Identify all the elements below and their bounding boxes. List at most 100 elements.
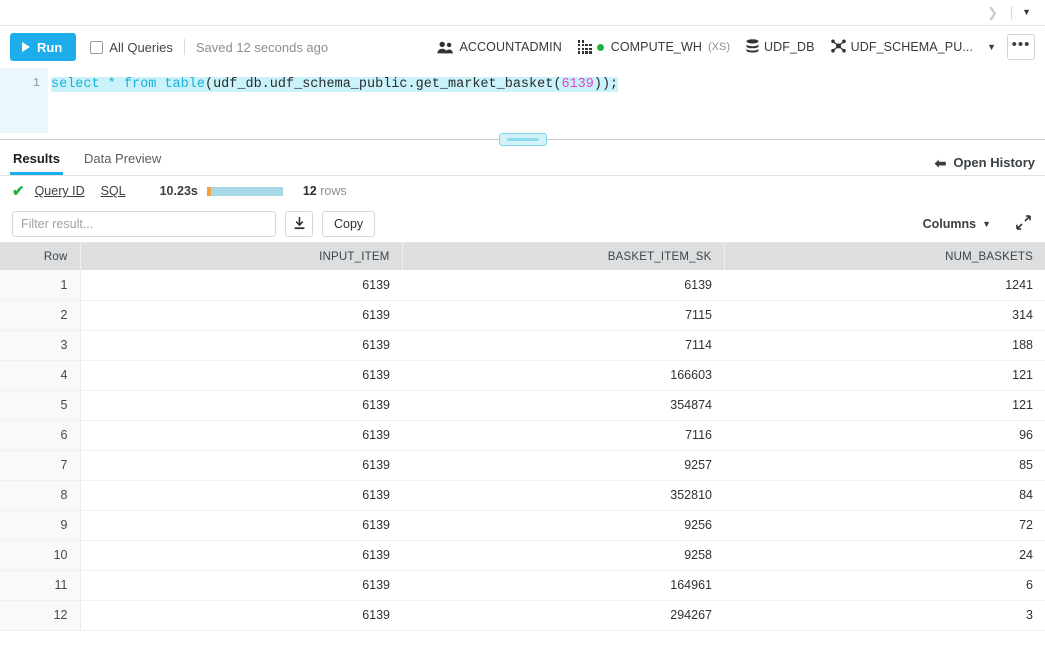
warehouse-label: COMPUTE_WH: [611, 40, 702, 54]
sql-editor[interactable]: 1 select * from table(udf_db.udf_schema_…: [0, 68, 1045, 133]
table-cell[interactable]: 6139: [80, 360, 402, 390]
row-number-cell: 10: [0, 540, 80, 570]
sql-link[interactable]: SQL: [101, 184, 126, 198]
chevron-right-icon[interactable]: ❯: [980, 6, 1005, 19]
warehouse-size: (XS): [708, 41, 730, 53]
table-row[interactable]: 8613935281084: [0, 480, 1045, 510]
row-count: 12 rows: [303, 184, 347, 198]
table-cell[interactable]: 6139: [80, 300, 402, 330]
table-cell[interactable]: 9258: [402, 540, 724, 570]
query-id-link[interactable]: Query ID: [35, 184, 85, 198]
table-cell[interactable]: 6139: [80, 510, 402, 540]
open-history-button[interactable]: ⬅ Open History: [935, 155, 1035, 175]
sql-token-tail: ));: [594, 77, 618, 92]
column-header-input-item[interactable]: INPUT_ITEM: [80, 243, 402, 270]
row-number-cell: 12: [0, 600, 80, 630]
run-button[interactable]: Run: [10, 33, 76, 61]
table-cell[interactable]: 85: [724, 450, 1045, 480]
table-cell[interactable]: 354874: [402, 390, 724, 420]
table-cell[interactable]: 96: [724, 420, 1045, 450]
run-button-label: Run: [37, 40, 62, 55]
arrow-left-icon: ⬅: [935, 156, 947, 170]
table-cell[interactable]: 3: [724, 600, 1045, 630]
query-status-row: ✔ Query ID SQL 10.23s 12 rows: [0, 176, 1045, 206]
table-cell[interactable]: 188: [724, 330, 1045, 360]
table-cell[interactable]: 7114: [402, 330, 724, 360]
table-cell[interactable]: 164961: [402, 570, 724, 600]
schema-selector[interactable]: UDF_SCHEMA_PU... ▼: [831, 39, 996, 56]
tab-results-label: Results: [13, 151, 60, 166]
panel-splitter[interactable]: [0, 133, 1045, 146]
table-cell[interactable]: 6139: [402, 270, 724, 300]
table-row[interactable]: 261397115314: [0, 300, 1045, 330]
all-queries-checkbox[interactable]: All Queries: [90, 40, 173, 55]
users-icon: [437, 41, 454, 54]
sql-token-from: from: [124, 77, 156, 92]
table-row[interactable]: 56139354874121: [0, 390, 1045, 420]
table-cell[interactable]: 72: [724, 510, 1045, 540]
expand-results-button[interactable]: [1016, 215, 1031, 233]
table-row[interactable]: 66139711696: [0, 420, 1045, 450]
table-cell[interactable]: 6139: [80, 390, 402, 420]
table-row[interactable]: 1261392942673: [0, 600, 1045, 630]
table-cell[interactable]: 7116: [402, 420, 724, 450]
table-cell[interactable]: 314: [724, 300, 1045, 330]
column-header-num-baskets[interactable]: NUM_BASKETS: [724, 243, 1045, 270]
table-cell[interactable]: 121: [724, 390, 1045, 420]
caret-down-icon[interactable]: ▼: [1018, 8, 1035, 17]
table-cell[interactable]: 6139: [80, 540, 402, 570]
filter-result-input[interactable]: [12, 211, 276, 237]
row-number-cell: 5: [0, 390, 80, 420]
copy-button[interactable]: Copy: [322, 211, 375, 237]
row-count-value: 12: [303, 184, 317, 198]
table-cell[interactable]: 6139: [80, 270, 402, 300]
table-cell[interactable]: 6139: [80, 420, 402, 450]
window-top-strip: ❯ ▼: [0, 0, 1045, 26]
table-cell[interactable]: 9256: [402, 510, 724, 540]
all-queries-label: All Queries: [109, 40, 173, 55]
table-row[interactable]: 76139925785: [0, 450, 1045, 480]
table-cell[interactable]: 121: [724, 360, 1045, 390]
table-cell[interactable]: 1241: [724, 270, 1045, 300]
warehouse-selector[interactable]: COMPUTE_WH (XS): [578, 40, 730, 54]
role-selector[interactable]: ACCOUNTADMIN: [437, 40, 561, 54]
table-cell[interactable]: 84: [724, 480, 1045, 510]
tab-data-preview[interactable]: Data Preview: [81, 151, 164, 175]
columns-dropdown[interactable]: Columns ▼: [923, 217, 991, 231]
table-cell[interactable]: 7115: [402, 300, 724, 330]
download-button[interactable]: [285, 211, 313, 237]
database-selector[interactable]: UDF_DB: [746, 39, 815, 56]
table-row[interactable]: 1613961391241: [0, 270, 1045, 300]
tab-results[interactable]: Results: [10, 151, 63, 175]
table-cell[interactable]: 9257: [402, 450, 724, 480]
splitter-drag-handle[interactable]: [499, 133, 547, 146]
table-cell[interactable]: 6: [724, 570, 1045, 600]
database-label: UDF_DB: [764, 40, 815, 54]
table-cell[interactable]: 6139: [80, 450, 402, 480]
column-header-row[interactable]: Row: [0, 243, 80, 270]
table-cell[interactable]: 24: [724, 540, 1045, 570]
table-row[interactable]: 1161391649616: [0, 570, 1045, 600]
table-cell[interactable]: 6139: [80, 480, 402, 510]
table-body: 1613961391241261397115314361397114188461…: [0, 270, 1045, 630]
sql-token-table: table: [164, 77, 205, 92]
column-header-basket-item-sk[interactable]: BASKET_ITEM_SK: [402, 243, 724, 270]
table-row[interactable]: 106139925824: [0, 540, 1045, 570]
table-row[interactable]: 96139925672: [0, 510, 1045, 540]
table-cell[interactable]: 166603: [402, 360, 724, 390]
divider: [184, 39, 185, 55]
check-icon: ✔: [12, 184, 25, 199]
table-row[interactable]: 361397114188: [0, 330, 1045, 360]
table-row[interactable]: 46139166603121: [0, 360, 1045, 390]
sql-token-number: 6139: [561, 77, 593, 92]
table-cell[interactable]: 6139: [80, 570, 402, 600]
caret-down-icon[interactable]: ▼: [987, 42, 996, 52]
table-cell[interactable]: 352810: [402, 480, 724, 510]
table-cell[interactable]: 6139: [80, 600, 402, 630]
table-cell[interactable]: 6139: [80, 330, 402, 360]
sql-code-line[interactable]: select * from table(udf_db.udf_schema_pu…: [48, 68, 1045, 133]
more-options-button[interactable]: •••: [1007, 34, 1035, 60]
table-cell[interactable]: 294267: [402, 600, 724, 630]
expand-arrows-icon: [1016, 215, 1031, 233]
results-table-container[interactable]: Row INPUT_ITEM BASKET_ITEM_SK NUM_BASKET…: [0, 242, 1045, 654]
